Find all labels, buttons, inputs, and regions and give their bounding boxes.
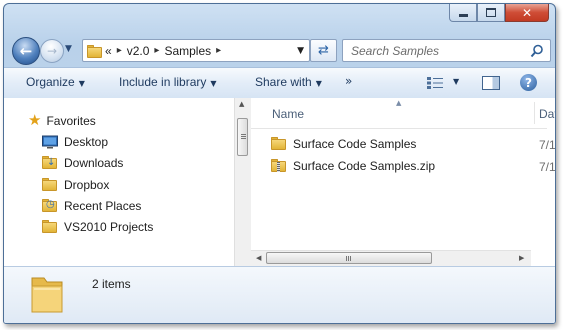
explorer-window: ✕ ← → ▼ « ▸ v2.0 ▸ Samples ▸ ▼ ⇄ Search … [3, 3, 556, 324]
search-input[interactable]: Search Samples [343, 44, 530, 58]
navigation-pane-scrollbar[interactable]: ▲ [234, 98, 251, 266]
file-list: Name ▲ Dat Surface Code Samples 7/1 Surf… [251, 98, 555, 266]
file-row-surface-code-samples[interactable]: Surface Code Samples [271, 137, 416, 151]
sort-ascending-icon: ▲ [396, 99, 402, 107]
nav-item-dropbox[interactable]: Dropbox [42, 178, 109, 192]
nav-item-label: Dropbox [64, 178, 110, 192]
nav-item-recent-places[interactable]: ◷ Recent Places [42, 199, 141, 213]
close-icon: ✕ [521, 5, 533, 20]
horizontal-scrollbar[interactable]: ◀ ▶ [251, 250, 531, 266]
organize-label: Organize [26, 75, 75, 89]
column-headers: Name ▲ Dat [251, 98, 555, 129]
breadcrumb-samples[interactable]: Samples [164, 44, 211, 58]
address-overflow[interactable]: « [105, 44, 112, 58]
nav-item-label: Recent Places [64, 199, 142, 213]
file-date: 7/1 [539, 138, 556, 152]
recent-pages-button[interactable]: ▼ [65, 44, 72, 54]
item-count: 2 items [92, 277, 131, 291]
favorites-header[interactable]: ★ Favorites [28, 113, 96, 128]
details-pane: 2 items [4, 266, 555, 323]
horizontal-scroll-thumb[interactable] [266, 252, 432, 264]
search-icon[interactable] [530, 44, 544, 58]
search-box[interactable]: Search Samples [342, 39, 551, 62]
scroll-up-icon[interactable]: ▲ [239, 100, 244, 108]
star-icon: ★ [28, 111, 42, 129]
nav-item-label: Desktop [64, 135, 109, 149]
folder-icon [87, 44, 102, 58]
nav-item-desktop[interactable]: Desktop [42, 135, 108, 149]
file-name: Surface Code Samples [293, 137, 417, 151]
minimize-button[interactable] [449, 4, 477, 22]
command-bar: Organize ▼ Include in library ▼ Share with… [4, 67, 555, 99]
include-in-library-button[interactable]: Include in library ▼ [119, 75, 217, 89]
maximize-button[interactable] [477, 4, 505, 22]
chevron-down-icon: ▼ [210, 79, 217, 88]
column-header-date[interactable]: Dat [539, 107, 555, 121]
file-date: 7/1 [539, 160, 556, 174]
nav-item-vs2010-projects[interactable]: VS2010 Projects [42, 220, 153, 234]
scroll-left-icon[interactable]: ◀ [256, 254, 261, 262]
help-icon[interactable]: ? [520, 74, 537, 91]
preview-pane-icon[interactable] [482, 76, 500, 90]
file-row-surface-code-samples-zip[interactable]: Surface Code Samples.zip [271, 159, 435, 173]
folder-icon [42, 220, 58, 234]
desktop-icon [42, 135, 58, 149]
chevron-down-icon: ▼ [65, 44, 72, 54]
chevron-down-icon: ▼ [78, 79, 85, 88]
share-with-button[interactable]: Share with ▼ [255, 75, 322, 89]
column-header-name[interactable]: Name [272, 107, 304, 121]
change-view-icon[interactable] [427, 77, 443, 89]
back-button[interactable]: ← [12, 37, 40, 65]
nav-item-label: VS2010 Projects [64, 220, 154, 234]
scroll-right-icon[interactable]: ▶ [519, 254, 524, 262]
favorites-label: Favorites [46, 113, 96, 128]
downloads-folder-icon: ↓ [42, 156, 58, 170]
share-with-label: Share with [255, 75, 312, 89]
organize-button[interactable]: Organize ▼ [26, 75, 85, 89]
nav-item-downloads[interactable]: ↓ Downloads [42, 156, 123, 170]
navigation-bar: ← → ▼ « ▸ v2.0 ▸ Samples ▸ ▼ ⇄ Search Sa… [4, 34, 555, 66]
large-folder-icon [31, 277, 63, 313]
maximize-icon [486, 8, 496, 17]
content-area: ★ Favorites Desktop ↓ Downloads Dropbox … [4, 98, 555, 266]
back-arrow-icon: ← [19, 42, 33, 60]
address-bar[interactable]: « ▸ v2.0 ▸ Samples ▸ ▼ [82, 39, 310, 62]
chevron-right-icon: ▸ [116, 45, 122, 56]
include-in-library-label: Include in library [119, 75, 207, 89]
view-options-chevron-icon[interactable]: ▼ [453, 77, 459, 86]
zip-folder-icon [271, 159, 287, 173]
chevron-right-icon: ▸ [154, 45, 160, 56]
folder-icon [271, 137, 287, 151]
address-dropdown-icon[interactable]: ▼ [297, 46, 304, 56]
chevron-down-icon: ▼ [315, 79, 322, 88]
breadcrumb-v2[interactable]: v2.0 [127, 44, 150, 58]
file-name: Surface Code Samples.zip [293, 159, 436, 173]
minimize-icon [458, 13, 468, 17]
window-controls: ✕ [449, 4, 549, 22]
forward-button[interactable]: → [40, 39, 64, 63]
refresh-icon: ⇄ [318, 43, 329, 58]
more-commands-button[interactable]: » [345, 74, 352, 88]
refresh-button[interactable]: ⇄ [310, 39, 337, 62]
scroll-thumb[interactable] [237, 118, 248, 156]
navigation-pane: ★ Favorites Desktop ↓ Downloads Dropbox … [4, 98, 235, 266]
nav-item-label: Downloads [64, 156, 124, 170]
recent-places-icon: ◷ [42, 199, 58, 213]
folder-icon [42, 178, 58, 192]
forward-arrow-icon: → [46, 44, 58, 58]
chevron-right-icon: ▸ [216, 45, 222, 56]
column-divider[interactable] [534, 102, 535, 124]
close-button[interactable]: ✕ [505, 4, 549, 22]
